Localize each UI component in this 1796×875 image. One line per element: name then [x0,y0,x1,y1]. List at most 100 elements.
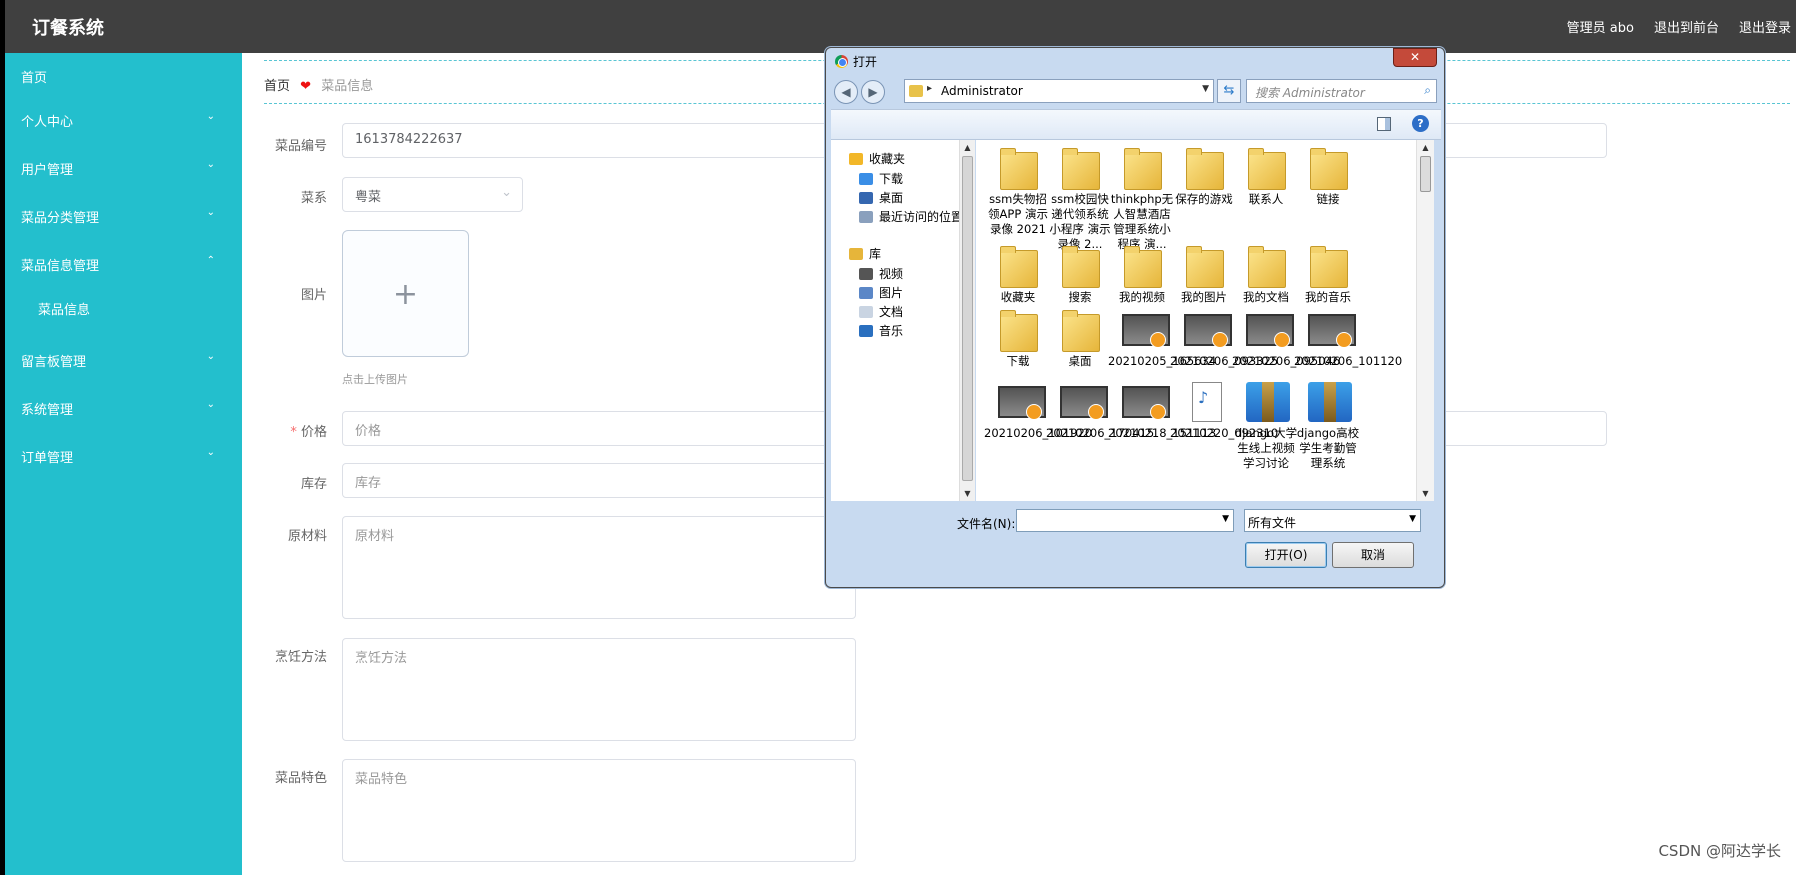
file-item[interactable]: 下载 [984,308,1052,369]
chevron-down-icon: ⌄ [206,207,215,218]
sidebar-item-dish-info-mgmt[interactable]: 菜品信息管理 ⌃ [21,255,231,274]
file-item[interactable]: django高校学生考勤管理系统 [1294,380,1362,471]
image-upload[interactable]: + [342,230,469,357]
file-name: 保存的游戏 [1175,192,1233,206]
file-item[interactable]: django大学生线上视频学习讨论 [1232,380,1300,471]
file-item[interactable]: 链接 [1294,146,1362,207]
cuisine-select[interactable]: 粤菜 ⌄ [342,177,523,212]
file-item[interactable]: 20210205_165634 [1108,308,1217,369]
sidebar-subitem-dish-info[interactable]: 菜品信息 [38,299,90,318]
logout-link[interactable]: 退出登录 [1739,17,1791,36]
file-item[interactable]: 20210206_093325 [1170,308,1278,369]
file-item[interactable]: 20210206_101920 [984,380,1092,441]
sidebar-item-dish-category[interactable]: 菜品分类管理 ⌄ [21,207,231,226]
sidebar-item-orders[interactable]: 订单管理 ⌄ [21,447,231,466]
nav-item[interactable]: 图片 [859,284,903,301]
forward-button[interactable]: ▶ [861,80,885,104]
star-icon [849,152,863,165]
search-input[interactable]: 搜索 Administrator ⌕ [1246,79,1437,103]
file-item[interactable]: 20210206_095046 [1232,308,1340,369]
file-item[interactable]: 桌面 [1046,308,1114,369]
file-item[interactable]: 我的视频 [1108,244,1176,305]
file-item[interactable]: ssm失物招领APP 演示录像 2021 [984,146,1052,237]
nav-item[interactable]: 音乐 [859,322,903,339]
file-item[interactable]: 联系人 [1232,146,1300,207]
back-button[interactable]: ◀ [834,80,858,104]
file-item[interactable]: thinkphp无人智慧酒店管理系统小程序 演... [1108,146,1176,252]
file-item[interactable]: 保存的游戏 [1170,146,1238,207]
nav-item[interactable]: 文档 [859,303,903,320]
folder-icon [998,308,1038,352]
pictures-library-icon [859,286,873,299]
nav-item[interactable]: 桌面 [859,189,903,206]
scroll-thumb[interactable] [962,156,973,481]
recent-places-icon [859,210,873,223]
feature-textarea[interactable]: 菜品特色 [342,759,856,862]
file-item[interactable]: 20210206_101120 [1294,308,1402,369]
admin-user-link[interactable]: 管理员 abo [1567,17,1634,36]
folder-icon [998,244,1038,288]
video-icon [1184,308,1232,352]
file-item[interactable]: 收藏夹 [984,244,1052,305]
file-scrollbar[interactable]: ▲ ▼ [1416,140,1434,501]
archive-icon [1246,380,1290,424]
scroll-up-icon[interactable]: ▲ [1417,140,1434,155]
music-library-icon [859,324,873,337]
file-name: 链接 [1316,192,1340,206]
file-name: thinkphp无人智慧酒店管理系统小程序 演... [1110,192,1174,251]
file-item[interactable]: 我的音乐 [1294,244,1362,305]
file-item[interactable]: 20210206_170415 [1046,380,1154,441]
doc-icon [1184,380,1224,424]
scroll-down-icon[interactable]: ▼ [1417,486,1434,501]
address-bar[interactable]: ▸ Administrator ▼ [904,79,1214,103]
file-item[interactable]: 20210218_151113 [1108,380,1216,441]
scroll-down-icon[interactable]: ▼ [960,486,975,501]
stock-input[interactable]: 库存 [342,463,856,498]
help-button[interactable]: ? [1412,115,1429,132]
filetype-select[interactable]: 所有文件 ▼ [1244,509,1421,532]
sidebar-item-personal[interactable]: 个人中心 ⌄ [21,111,231,130]
nav-item-label: 收藏夹 [869,152,906,166]
chevron-down-icon: ⌄ [501,185,512,200]
filename-input[interactable]: ▼ [1016,509,1234,532]
dropdown-arrow-icon: ▼ [1409,514,1416,524]
sidebar-item-message-board[interactable]: 留言板管理 ⌄ [21,351,231,370]
nav-scrollbar[interactable]: ▲ ▼ [959,140,975,501]
nav-item[interactable]: 收藏夹 [849,150,905,167]
app-brand: 订餐系统 [32,18,104,39]
file-name: 20210220_092310 [1170,426,1279,440]
file-name: 我的视频 [1119,290,1165,304]
open-button[interactable]: 打开(O) [1245,542,1327,568]
nav-item[interactable]: 视频 [859,265,903,282]
refresh-button[interactable]: ⇆ [1217,79,1241,103]
sidebar-item-users[interactable]: 用户管理 ⌄ [21,159,231,178]
watermark: CSDN @阿达学长 [1658,842,1781,860]
archive-icon [1308,380,1352,424]
nav-item[interactable]: 下载 [859,170,903,187]
dropdown-arrow-icon[interactable]: ▼ [1202,84,1209,94]
material-textarea[interactable]: 原材料 [342,516,856,619]
scroll-thumb[interactable] [1420,156,1431,192]
dropdown-arrow-icon[interactable]: ▼ [1222,514,1229,524]
file-name: 20210205_165634 [1108,354,1217,368]
method-textarea[interactable]: 烹饪方法 [342,638,856,741]
sidebar-item-system[interactable]: 系统管理 ⌄ [21,399,231,418]
file-name: 下载 [1006,354,1030,368]
desktop-icon [859,191,873,204]
exit-to-frontend-link[interactable]: 退出到前台 [1654,17,1719,36]
cancel-button[interactable]: 取消 [1332,542,1414,568]
file-item[interactable]: 我的图片 [1170,244,1238,305]
close-button[interactable]: ✕ [1393,48,1437,67]
breadcrumb-home[interactable]: 首页 [264,79,290,94]
preview-pane-icon[interactable] [1377,117,1391,131]
sidebar-item-home[interactable]: 首页 [21,67,231,86]
file-item[interactable]: 搜索 [1046,244,1114,305]
file-item[interactable]: 20210220_092310 [1170,380,1279,441]
plus-icon: + [392,277,419,312]
nav-item[interactable]: 最近访问的位置 [859,208,963,225]
file-item[interactable]: ssm校园快递代领系统小程序 演示录像 2... [1046,146,1114,252]
scroll-up-icon[interactable]: ▲ [960,140,975,155]
nav-item[interactable]: 库 [849,245,881,262]
folder-icon [1122,244,1162,288]
file-item[interactable]: 我的文档 [1232,244,1300,305]
